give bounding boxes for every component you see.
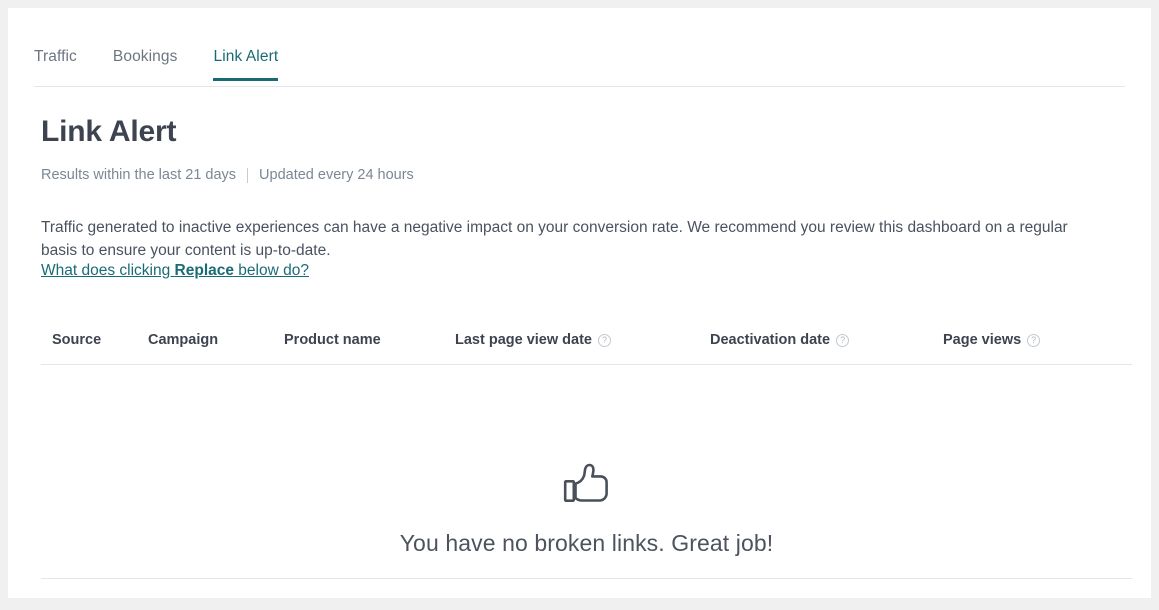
column-header-deactivation-date-label: Deactivation date xyxy=(710,332,831,348)
column-header-source-label: Source xyxy=(52,332,102,348)
tab-bar: Traffic Bookings Link Alert xyxy=(34,40,1125,87)
tab-bookings[interactable]: Bookings xyxy=(113,40,178,80)
column-header-campaign-label: Campaign xyxy=(148,332,219,348)
help-link-bold: Replace xyxy=(174,262,234,279)
question-circle-icon[interactable]: ? xyxy=(1027,333,1041,347)
results-range-text: Results within the last 21 days xyxy=(41,167,237,183)
column-header-last-page-view-date[interactable]: Last page view date ? xyxy=(455,332,611,348)
empty-state-message: You have no broken links. Great job! xyxy=(399,530,774,556)
intro-paragraph: Traffic generated to inactive experience… xyxy=(41,218,1068,259)
column-header-campaign[interactable]: Campaign xyxy=(148,332,218,348)
tab-traffic-label: Traffic xyxy=(34,48,77,65)
empty-state: You have no broken links. Great job! xyxy=(41,365,1132,580)
table-header-row: Source Campaign Product name Last page v… xyxy=(41,320,1132,365)
link-alert-card: Traffic Bookings Link Alert Link Alert R… xyxy=(8,8,1151,598)
page-title: Link Alert xyxy=(41,115,177,148)
question-circle-icon[interactable]: ? xyxy=(598,333,611,347)
column-header-product-name-label: Product name xyxy=(284,332,381,348)
tab-bookings-label: Bookings xyxy=(112,48,178,65)
tab-traffic[interactable]: Traffic xyxy=(34,40,77,80)
column-header-page-views[interactable]: Page views ? xyxy=(943,332,1041,348)
link-alert-table: Source Campaign Product name Last page v… xyxy=(41,320,1132,580)
page-meta: Results within the last 21 days Updated … xyxy=(41,167,414,183)
tab-link-alert[interactable]: Link Alert xyxy=(213,40,279,81)
bottom-divider xyxy=(41,578,1132,579)
thumbs-up-icon xyxy=(562,462,612,513)
column-header-deactivation-date[interactable]: Deactivation date ? xyxy=(710,332,850,348)
question-circle-icon[interactable]: ? xyxy=(836,333,850,347)
replace-help-link[interactable]: What does clicking Replace below do? xyxy=(41,262,309,280)
tab-link-alert-label: Link Alert xyxy=(213,48,279,65)
update-frequency-text: Updated every 24 hours xyxy=(259,167,414,183)
column-header-source[interactable]: Source xyxy=(52,332,101,348)
column-header-product-name[interactable]: Product name xyxy=(284,332,381,348)
help-link-prefix: What does clicking xyxy=(41,262,175,279)
column-header-last-page-view-date-label: Last page view date xyxy=(455,332,592,348)
help-link-suffix: below do? xyxy=(233,262,309,279)
column-header-page-views-label: Page views xyxy=(943,332,1022,348)
meta-separator xyxy=(247,167,249,183)
